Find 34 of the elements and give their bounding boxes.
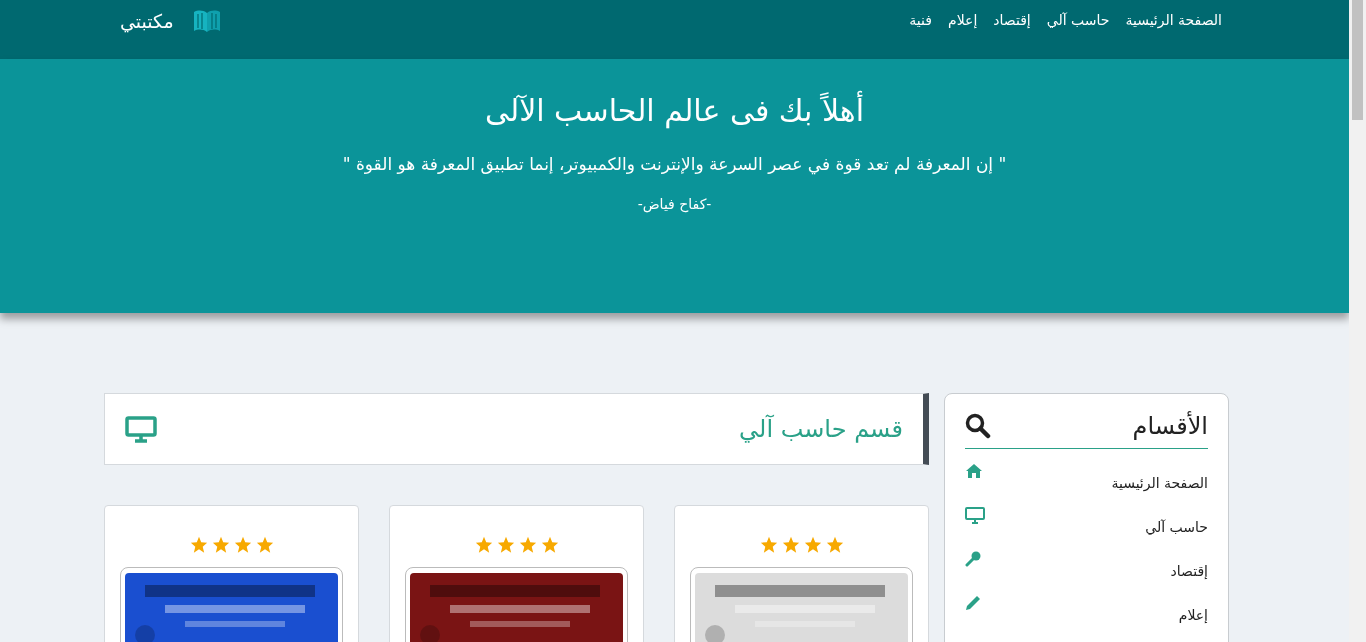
star-icon: [540, 536, 559, 553]
quote-author: -كفاح فياض-: [636, 196, 713, 212]
category-link[interactable]: حاسب آلي: [1145, 507, 1208, 535]
quote-text: " إن المعرفة لم تعد قوة في عصر السرعة والإنترنت والكمبيوتر، إنما تطبيق المعرفة هو القوة ": [341, 154, 1008, 174]
nav-link[interactable]: إقتصاد: [993, 12, 1031, 28]
nav-link[interactable]: الصفحة الرئيسية: [1125, 12, 1222, 28]
nav-link[interactable]: حاسب آلي: [1046, 12, 1110, 28]
star-icon: [781, 536, 800, 553]
monitor-icon: [965, 507, 985, 524]
monitor-icon: [125, 415, 157, 443]
category-link[interactable]: إعلام: [1178, 595, 1208, 623]
star-icon: [759, 536, 778, 553]
star-icon: [189, 536, 208, 553]
category-link[interactable]: الصفحة الرئيسية: [1111, 463, 1208, 491]
star-icon: [233, 536, 252, 553]
star-icon: [255, 536, 274, 553]
microphone-icon: [965, 551, 981, 567]
pencil-icon: [965, 595, 981, 611]
category-link[interactable]: إقتصاد: [1170, 551, 1208, 579]
book-icon: [191, 8, 222, 34]
star-icon: [803, 536, 822, 553]
nav-link[interactable]: فنية: [909, 12, 932, 28]
nav-link[interactable]: إعلام: [948, 12, 978, 28]
home-icon: [965, 463, 983, 479]
brand-logo[interactable]: مكتبتي: [120, 10, 174, 32]
section-title: قسم حاسب آلي: [739, 415, 903, 443]
star-icon: [211, 536, 230, 553]
star-icon: [518, 536, 537, 553]
star-icon: [474, 536, 493, 553]
star-icon: [496, 536, 515, 553]
sidebar-title: الأقسام: [1132, 412, 1208, 440]
scrollbar[interactable]: [1349, 0, 1366, 642]
search-icon[interactable]: [965, 413, 991, 439]
star-icon: [825, 536, 844, 553]
